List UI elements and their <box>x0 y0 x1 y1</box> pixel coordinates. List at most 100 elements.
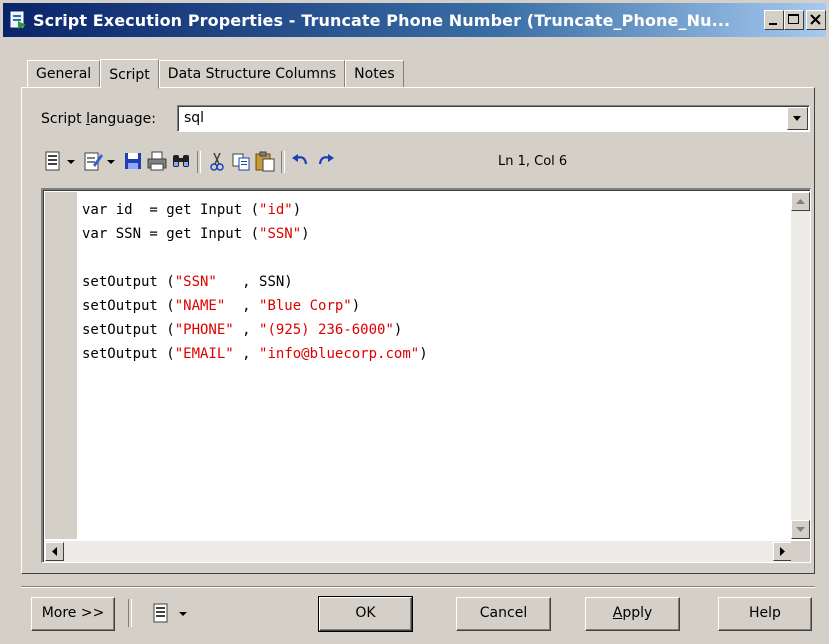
horizontal-scrollbar[interactable] <box>45 541 792 562</box>
code-line: setOutput ("EMAIL" , "info@bluecorp.com"… <box>82 342 428 366</box>
properties-dropdown[interactable] <box>65 149 77 173</box>
code-string: "PHONE" <box>174 322 234 338</box>
chevron-down-icon <box>793 116 801 121</box>
properties-button[interactable] <box>41 149 65 173</box>
save-icon <box>125 153 141 169</box>
script-language-select[interactable]: sql <box>177 105 810 132</box>
maximize-button[interactable] <box>784 10 804 30</box>
cut-button[interactable] <box>205 149 229 173</box>
code-string: "id" <box>259 202 293 218</box>
code-token: setOutput ( <box>82 274 175 290</box>
find-button[interactable] <box>169 149 193 173</box>
cancel-button[interactable]: Cancel <box>456 597 551 631</box>
cut-icon <box>210 152 224 171</box>
properties-menu-button[interactable] <box>143 597 203 631</box>
minimize-icon <box>769 23 777 25</box>
copy-icon <box>232 153 250 171</box>
toolbar-separator <box>281 151 285 173</box>
code-token: setOutput ( <box>82 298 175 314</box>
more-button[interactable]: More >> <box>31 597 115 631</box>
editor-gutter <box>45 192 77 539</box>
edit-dropdown[interactable] <box>105 149 117 173</box>
tab-data-structure-columns[interactable]: Data Structure Columns <box>158 60 346 87</box>
tab-notes[interactable]: Notes <box>345 60 404 87</box>
help-button[interactable]: Help <box>718 597 812 631</box>
scroll-left-button[interactable] <box>45 542 64 561</box>
redo-icon <box>318 154 334 165</box>
code-string: "info@bluecorp.com" <box>259 346 420 362</box>
code-line: setOutput ("PHONE" , "(925) 236-6000") <box>82 318 428 342</box>
footer-divider <box>21 586 815 588</box>
code-token: ) <box>301 226 310 242</box>
tab-strip: General Script Data Structure Columns No… <box>27 57 404 89</box>
paste-icon <box>255 151 275 172</box>
toolbar-separator <box>197 151 201 173</box>
code-token: , <box>233 346 260 362</box>
properties-icon <box>45 151 60 171</box>
code-token: , <box>233 322 260 338</box>
dialog-window: Script Execution Properties - Truncate P… <box>0 0 829 644</box>
scroll-right-button[interactable] <box>773 542 792 561</box>
code-token: , <box>225 298 260 314</box>
save-button[interactable] <box>121 149 145 173</box>
redo-button[interactable] <box>313 149 337 173</box>
undo-icon <box>292 154 308 165</box>
code-token: ) <box>393 322 403 338</box>
arrow-down-icon <box>796 527 805 532</box>
chevron-down-icon <box>107 160 115 164</box>
apply-button[interactable]: Apply <box>585 597 680 631</box>
code-string: "SSN" <box>259 226 302 242</box>
tab-general[interactable]: General <box>27 60 101 87</box>
close-button[interactable] <box>806 10 826 30</box>
code-line: var SSN = get Input ("SSN") <box>82 222 428 246</box>
code-token: setOutput ( <box>82 346 175 362</box>
code-string: "Blue Corp" <box>259 298 352 314</box>
code-token: ) <box>419 346 428 362</box>
code-token: ) <box>351 298 361 314</box>
footer-separator <box>128 599 132 627</box>
close-icon <box>810 14 821 25</box>
ok-button[interactable]: OK <box>318 596 413 632</box>
code-token: var SSN = get Input ( <box>82 226 260 242</box>
copy-button[interactable] <box>229 149 253 173</box>
paste-button[interactable] <box>253 149 277 173</box>
code-token: , SSN) <box>216 274 293 290</box>
properties-icon <box>153 603 168 623</box>
print-icon <box>147 151 167 171</box>
edit-button[interactable] <box>81 149 105 173</box>
script-editor[interactable]: var id = get Input ("id") var SSN = get I… <box>41 188 811 563</box>
arrow-up-icon <box>796 199 805 204</box>
script-language-value: sql <box>184 110 205 126</box>
dropdown-button[interactable] <box>787 107 808 130</box>
app-icon <box>10 11 26 29</box>
maximize-icon <box>788 14 799 24</box>
cursor-position: Ln 1, Col 6 <box>498 154 568 169</box>
code-string: "SSN" <box>174 274 217 290</box>
code-string: "EMAIL" <box>174 346 234 362</box>
code-line: var id = get Input ("id") <box>82 198 428 222</box>
arrow-left-icon <box>52 547 57 556</box>
print-button[interactable] <box>145 149 169 173</box>
code-line: setOutput ("NAME" , "Blue Corp") <box>82 294 428 318</box>
find-icon <box>173 155 189 167</box>
title-bar[interactable]: Script Execution Properties - Truncate P… <box>3 3 826 37</box>
code-string: "(925) 236-6000" <box>259 322 394 338</box>
tab-script[interactable]: Script <box>100 59 159 89</box>
script-language-label: Script language: <box>41 111 156 127</box>
vertical-scrollbar[interactable] <box>791 192 810 539</box>
window-title: Script Execution Properties - Truncate P… <box>33 11 731 30</box>
chevron-down-icon <box>67 160 75 164</box>
scroll-down-button[interactable] <box>791 520 810 539</box>
code-string: "NAME" <box>174 298 226 314</box>
edit-icon <box>84 152 103 171</box>
scrollbar-corner <box>791 541 810 562</box>
code-token: var id = get Input ( <box>82 202 260 218</box>
scroll-up-button[interactable] <box>791 192 810 211</box>
minimize-button[interactable] <box>764 10 784 30</box>
arrow-right-icon <box>780 547 785 556</box>
code-text[interactable]: var id = get Input ("id") var SSN = get I… <box>82 198 428 366</box>
undo-button[interactable] <box>289 149 313 173</box>
chevron-down-icon <box>179 612 187 616</box>
code-token: setOutput ( <box>82 322 175 338</box>
